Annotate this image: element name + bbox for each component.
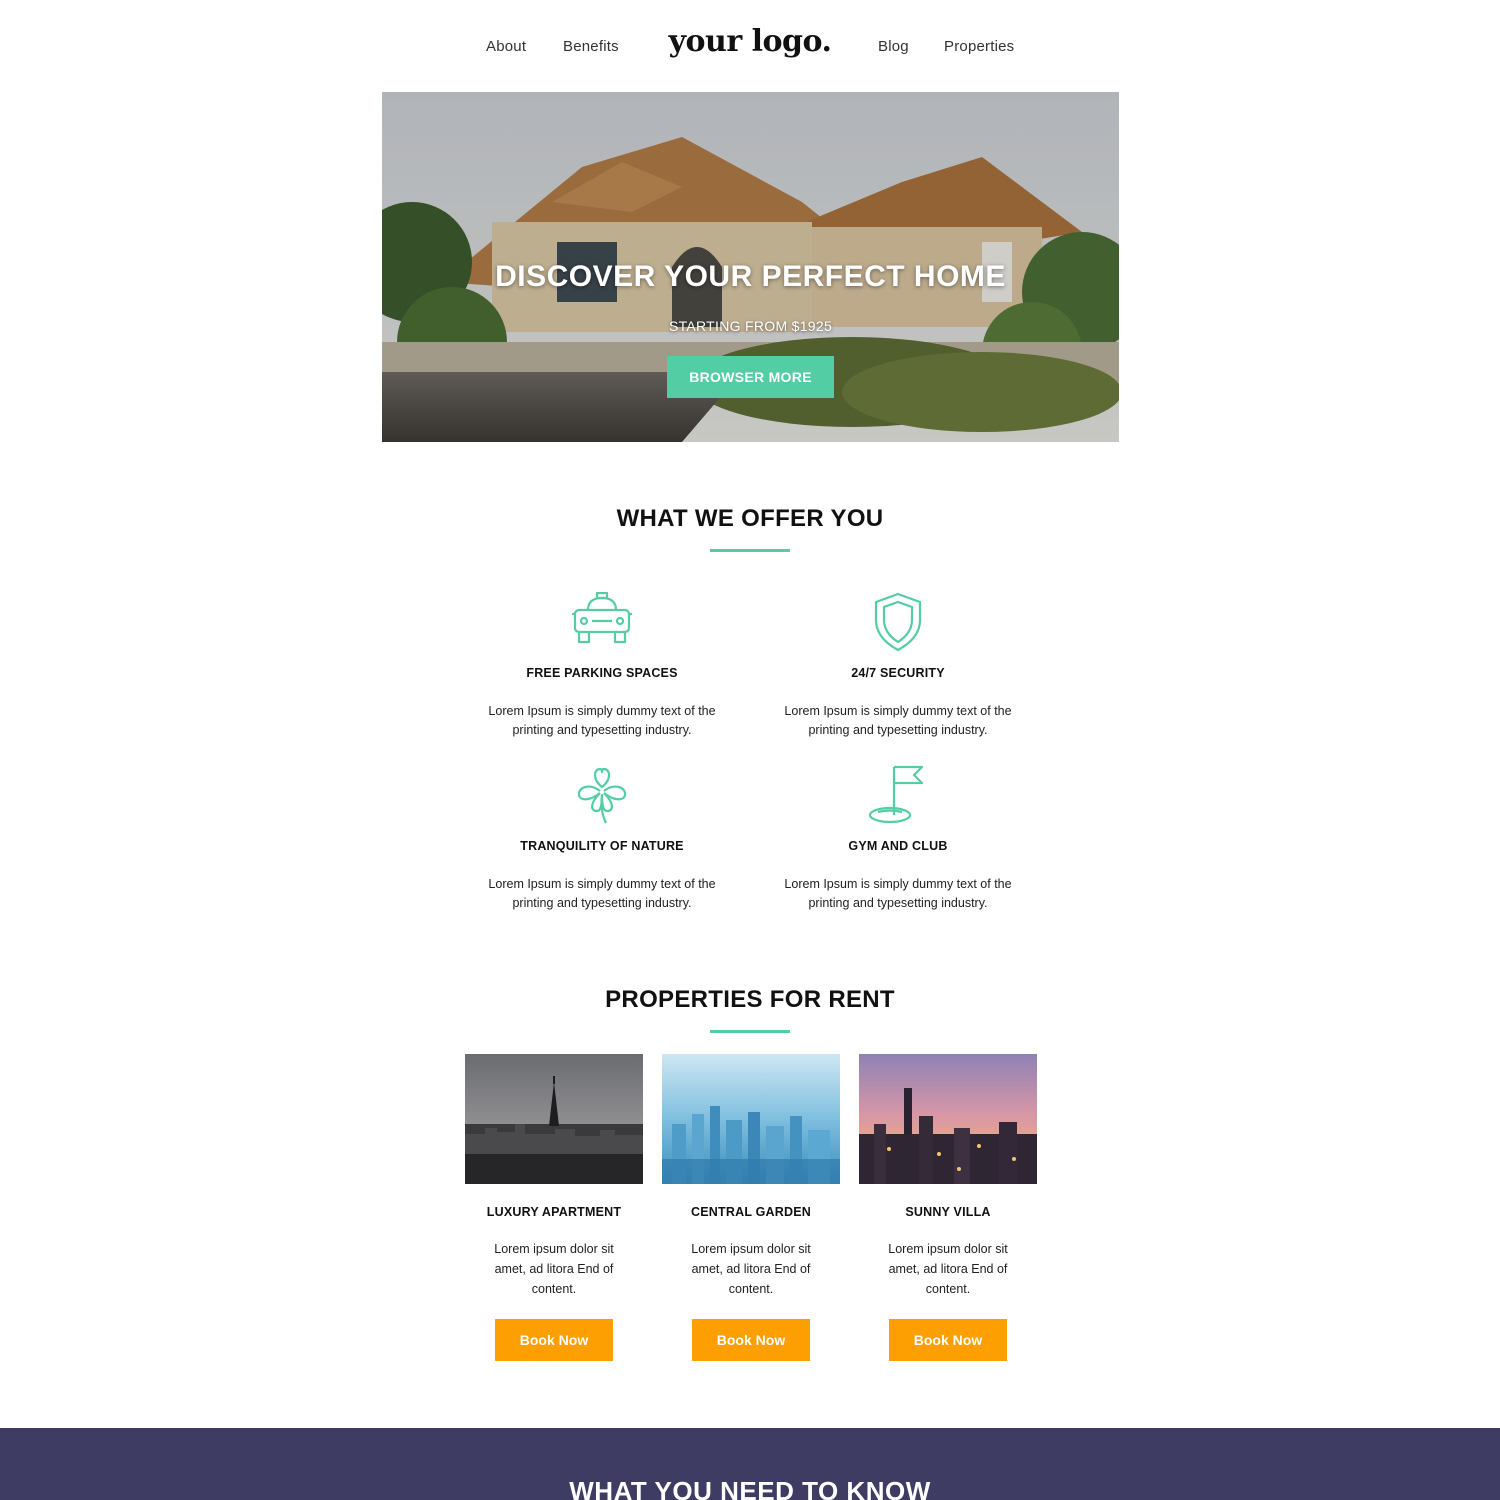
feature-text: Lorem Ipsum is simply dummy text of the …	[784, 877, 1012, 910]
property-title: CENTRAL GARDEN	[691, 1205, 811, 1219]
property-image-city-blue[interactable]	[662, 1054, 840, 1184]
properties-title-underline	[710, 1030, 790, 1033]
hero-title: DISCOVER YOUR PERFECT HOME	[495, 260, 1006, 293]
feature-card-security: 24/7 SECURITY Lorem Ipsum is simply dumm…	[768, 592, 1028, 740]
logo[interactable]: your logo.	[0, 24, 1500, 59]
offer-section-title: WHAT WE OFFER YOU	[616, 505, 884, 532]
shield-icon	[874, 592, 922, 652]
feature-text: Lorem Ipsum is simply dummy text of the …	[488, 877, 716, 910]
property-text: Lorem ipsum dolor sit amet, ad litora En…	[691, 1242, 811, 1296]
feature-card-parking: FREE PARKING SPACES Lorem Ipsum is simpl…	[472, 592, 732, 740]
hero-subtitle: STARTING FROM $1925	[668, 318, 833, 334]
property-card-sunny-villa: SUNNY VILLA Lorem ipsum dolor sit amet, …	[859, 1054, 1037, 1361]
car-icon	[572, 592, 632, 644]
property-text: Lorem ipsum dolor sit amet, ad litora En…	[494, 1242, 614, 1296]
feature-text: Lorem Ipsum is simply dummy text of the …	[784, 704, 1012, 737]
top-nav: About Benefits your logo. Blog Propertie…	[0, 0, 1500, 92]
feature-title: GYM AND CLUB	[848, 839, 948, 853]
property-title: LUXURY APARTMENT	[486, 1205, 622, 1219]
hero-banner: DISCOVER YOUR PERFECT HOME STARTING FROM…	[382, 92, 1119, 442]
property-card-central-garden: CENTRAL GARDEN Lorem ipsum dolor sit ame…	[662, 1054, 840, 1361]
book-now-button[interactable]: Book Now	[692, 1319, 810, 1361]
property-image-paris[interactable]	[465, 1054, 643, 1184]
property-image-sunset-city[interactable]	[859, 1054, 1037, 1184]
feature-title: 24/7 SECURITY	[851, 666, 945, 680]
info-band: WHAT YOU NEED TO KNOW	[0, 1428, 1500, 1500]
property-title: SUNNY VILLA	[905, 1205, 991, 1219]
feature-text: Lorem Ipsum is simply dummy text of the …	[488, 704, 716, 737]
book-now-button[interactable]: Book Now	[495, 1319, 613, 1361]
golf-flag-icon	[868, 765, 924, 824]
book-now-button[interactable]: Book Now	[889, 1319, 1007, 1361]
clover-icon	[577, 767, 627, 824]
nav-link-blog[interactable]: Blog	[878, 38, 909, 55]
info-band-title: WHAT YOU NEED TO KNOW	[569, 1476, 931, 1500]
properties-section-title: PROPERTIES FOR RENT	[605, 986, 895, 1013]
property-card-luxury-apartment: LUXURY APARTMENT Lorem ipsum dolor sit a…	[465, 1054, 643, 1361]
feature-title: FREE PARKING SPACES	[526, 666, 678, 680]
feature-card-gym: GYM AND CLUB Lorem Ipsum is simply dummy…	[768, 765, 1028, 913]
feature-title: TRANQUILITY OF NATURE	[520, 839, 684, 853]
nav-link-properties[interactable]: Properties	[944, 38, 1014, 55]
offer-title-underline	[710, 549, 790, 552]
feature-card-nature: TRANQUILITY OF NATURE Lorem Ipsum is sim…	[472, 765, 732, 913]
browse-more-button[interactable]: BROWSER MORE	[667, 356, 834, 398]
property-text: Lorem ipsum dolor sit amet, ad litora En…	[888, 1242, 1008, 1296]
